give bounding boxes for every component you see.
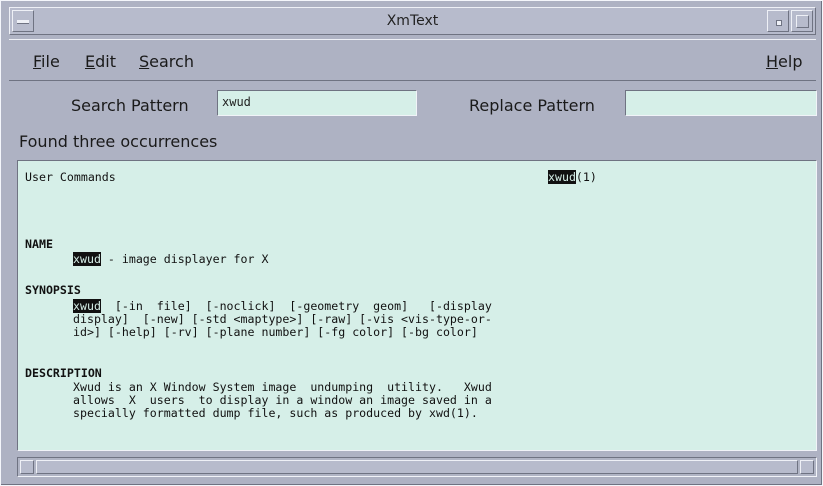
menu-search-mnemonic: S [139, 52, 150, 71]
menu-file-label: ile [41, 52, 60, 71]
name-description: - image displayer for X [100, 252, 269, 266]
menu-file[interactable]: File [33, 52, 60, 71]
description-line-3: specially formatted dump file, such as p… [73, 406, 478, 420]
scrollbar-thumb[interactable] [36, 460, 798, 474]
window-title: XmText [386, 13, 439, 29]
maximize-button[interactable] [791, 10, 813, 32]
menu-help-label: elp [778, 52, 803, 71]
menu-edit-label: dit [95, 52, 116, 71]
title-bar[interactable]: XmText [9, 7, 816, 35]
manpage-header-left: User Commands [25, 170, 116, 184]
synopsis-heading: SYNOPSIS [25, 283, 81, 297]
menu-edit-mnemonic: E [85, 52, 96, 71]
text-area[interactable]: User Commands xwud(1) NAME xwud - image … [17, 160, 817, 451]
minimize-button[interactable] [767, 10, 789, 32]
menu-file-mnemonic: F [33, 52, 42, 71]
name-heading: NAME [25, 237, 53, 251]
minimize-icon [776, 20, 782, 26]
maximize-icon [796, 15, 809, 28]
manpage-header-right: xwud(1) [548, 170, 597, 184]
name-line: xwud - image displayer for X [73, 252, 269, 266]
replace-pattern-label: Replace Pattern [469, 96, 595, 115]
xmtext-window: XmText File Edit Search Help Search Patt… [0, 0, 823, 486]
menu-search-label: earch [149, 52, 194, 71]
scroll-right-arrow-icon[interactable] [800, 460, 814, 474]
search-pattern-input[interactable]: xwud [217, 90, 417, 116]
menu-help[interactable]: Help [766, 52, 802, 71]
menu-edit[interactable]: Edit [85, 52, 116, 71]
replace-pattern-input[interactable] [625, 90, 817, 116]
manpage-header-section: (1) [575, 170, 597, 184]
scroll-left-arrow-icon[interactable] [20, 460, 34, 474]
search-pattern-label: Search Pattern [71, 96, 189, 115]
synopsis-line-3: id>] [-help] [-rv] [-plane number] [-fg … [73, 325, 478, 339]
status-message: Found three occurrences [19, 132, 218, 151]
search-match-highlight: xwud [548, 170, 576, 184]
horizontal-scrollbar[interactable] [17, 457, 817, 477]
menu-bar: File Edit Search Help [9, 39, 816, 81]
search-match-highlight: xwud [73, 252, 101, 266]
menu-search[interactable]: Search [139, 52, 194, 71]
menu-help-mnemonic: H [766, 52, 779, 71]
search-match-highlight: xwud [73, 299, 101, 313]
description-heading: DESCRIPTION [25, 366, 102, 380]
synopsis-options-1: [-in file] [-noclick] [-geometry geom] [… [100, 299, 492, 313]
